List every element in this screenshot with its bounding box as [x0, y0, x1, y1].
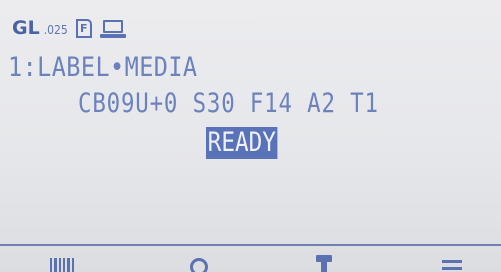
softkey-menu[interactable]	[0, 246, 462, 272]
file-icon-letter: F	[79, 22, 88, 35]
file-icon: F	[75, 19, 92, 38]
version-label: .025	[43, 23, 68, 37]
search-icon	[190, 258, 208, 272]
laptop-icon	[99, 19, 126, 38]
settings-line: CB09U+0 S30 F14 A2 T1	[78, 88, 379, 119]
status-badge: READY	[206, 127, 278, 159]
media-line: 1:LABEL•MEDIA	[8, 52, 198, 83]
lcd-display: GL .025 F 1:LABEL•MEDIA CB09U+0 S30 F14 …	[0, 0, 501, 272]
tool-icon	[316, 255, 332, 272]
brand-label: GL	[12, 17, 40, 39]
softkey-bar	[0, 246, 501, 272]
status-bar: GL .025 F	[12, 14, 126, 38]
menu-icon	[442, 258, 462, 272]
